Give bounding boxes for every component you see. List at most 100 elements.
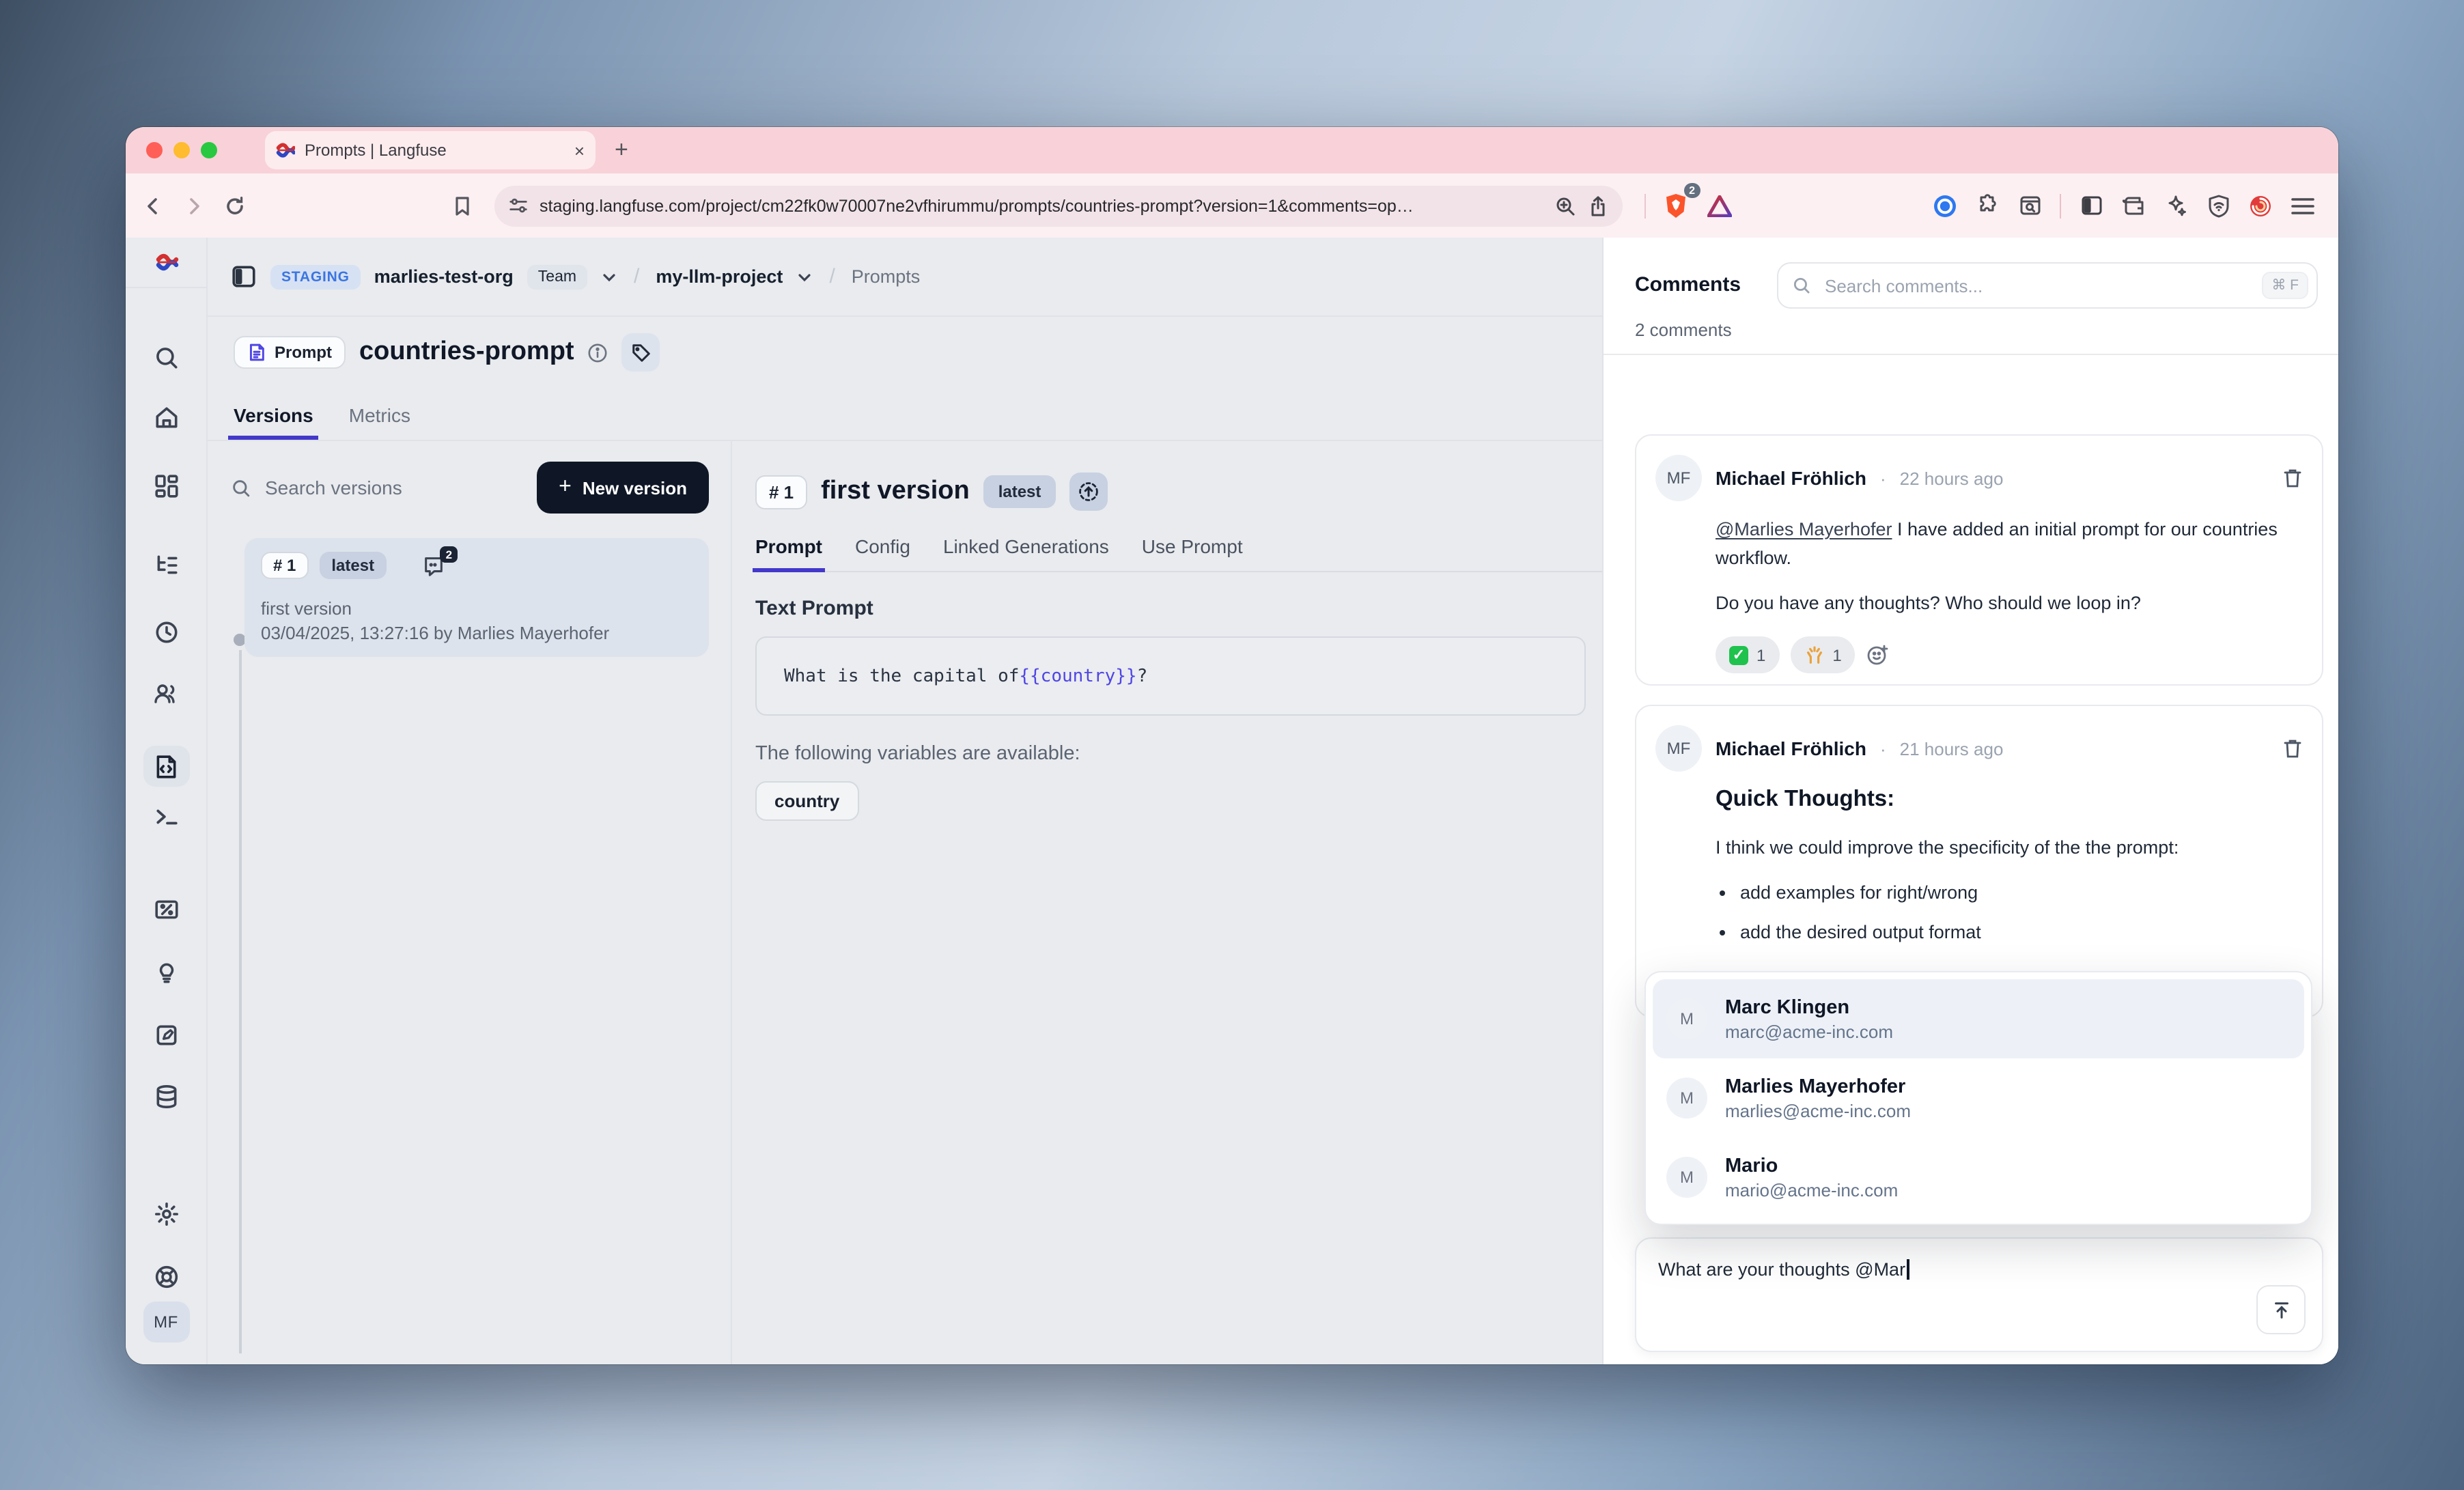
support-lifebuoy-icon[interactable] xyxy=(153,1264,179,1290)
main-area: Prompt countries-prompt Versions Metrics xyxy=(206,317,1602,1364)
playground-terminal-icon[interactable] xyxy=(153,804,179,830)
mention-name: Marc Klingen xyxy=(1725,995,1893,1020)
avatar: MF xyxy=(1655,725,1702,772)
forward-icon[interactable] xyxy=(178,189,210,222)
delete-comment-button[interactable] xyxy=(2282,467,2303,489)
bookmark-icon[interactable] xyxy=(445,189,478,222)
mention-option[interactable]: M Mario mario@acme-inc.com xyxy=(1653,1138,2304,1217)
promote-version-button[interactable] xyxy=(1069,473,1108,511)
comments-header: Comments ⌘ F 2 comments xyxy=(1604,238,2338,355)
reload-icon[interactable] xyxy=(219,189,251,222)
mention-link[interactable]: @Marlies Mayerhofer xyxy=(1716,519,1892,539)
scores-icon[interactable] xyxy=(153,897,179,923)
comment-text-2: Do you have any thoughts? Who should we … xyxy=(1716,589,2303,617)
variable-chip[interactable]: country xyxy=(755,781,858,821)
search-comments-input[interactable] xyxy=(1822,274,2251,297)
datasets-database-icon[interactable] xyxy=(153,1084,179,1110)
project-chevron-down-icon[interactable] xyxy=(796,268,813,285)
users-icon[interactable] xyxy=(152,681,180,707)
shortcut-badge: ⌘ F xyxy=(2262,272,2308,299)
detail-latest-badge: latest xyxy=(983,475,1056,508)
reaction-raising-hands[interactable]: 1 xyxy=(1790,636,1855,673)
submit-comment-button[interactable] xyxy=(2256,1285,2306,1334)
mention-email: marc@acme-inc.com xyxy=(1725,1020,1893,1043)
zoom-window-button[interactable] xyxy=(201,142,217,158)
version-list-item[interactable]: # 1 latest 2 first version 03/04/2025, 1… xyxy=(244,538,709,657)
browser-window: Prompts | Langfuse × + stag xyxy=(126,127,2338,1364)
new-version-button[interactable]: + New version xyxy=(537,462,709,514)
sessions-clock-icon[interactable] xyxy=(153,619,179,645)
version-number-badge: # 1 xyxy=(261,552,308,579)
tab-linked-generations[interactable]: Linked Generations xyxy=(943,535,1109,571)
search-icon xyxy=(1792,276,1811,295)
wallet-icon[interactable] xyxy=(2117,189,2150,222)
reaction-check[interactable]: ✓ 1 xyxy=(1716,636,1779,673)
breadcrumb-project[interactable]: my-llm-project xyxy=(656,266,783,287)
prompt-doc-icon xyxy=(247,343,266,362)
dot-separator: · xyxy=(1880,468,1886,488)
search-versions-field[interactable] xyxy=(231,475,523,500)
extension-triangle-icon[interactable] xyxy=(1703,189,1736,222)
extensions-puzzle-icon[interactable] xyxy=(1971,189,2004,222)
breadcrumb-section: Prompts xyxy=(852,266,921,287)
tab-prompt[interactable]: Prompt xyxy=(755,535,822,571)
share-icon[interactable] xyxy=(1587,195,1609,216)
prompt-type-label: Prompt xyxy=(275,343,332,362)
search-tabs-icon[interactable] xyxy=(2013,189,2046,222)
rewards-swirl-icon[interactable] xyxy=(2244,189,2277,222)
sidebar-toggle-icon[interactable] xyxy=(2075,189,2108,222)
settings-gear-icon[interactable] xyxy=(153,1201,179,1227)
comment-input[interactable]: What are your thoughts @Mar xyxy=(1635,1237,2323,1352)
prompt-variable: {{country}} xyxy=(1019,666,1136,686)
org-chevron-down-icon[interactable] xyxy=(601,268,617,285)
avatar: M xyxy=(1666,1157,1707,1198)
prompt-code-block: What is the capital of {{country}}? xyxy=(755,636,1586,716)
comments-title: Comments xyxy=(1635,273,1741,296)
back-icon[interactable] xyxy=(137,189,169,222)
site-settings-icon[interactable] xyxy=(508,195,529,216)
avatar: M xyxy=(1666,998,1707,1039)
address-bar[interactable]: staging.langfuse.com/project/cm22fk0w700… xyxy=(494,185,1623,226)
panel-left-toggle-icon[interactable] xyxy=(231,264,257,290)
user-avatar[interactable]: MF xyxy=(143,1302,189,1343)
zoom-page-icon[interactable] xyxy=(1554,195,1576,216)
mention-option[interactable]: M Marlies Mayerhofer marlies@acme-inc.co… xyxy=(1653,1058,2304,1138)
menu-hamburger-icon[interactable] xyxy=(2286,189,2319,222)
annotation-icon[interactable] xyxy=(153,1022,179,1048)
org-role-badge[interactable]: Team xyxy=(527,264,587,289)
add-reaction-icon[interactable] xyxy=(1866,643,1891,667)
tag-icon xyxy=(631,342,652,363)
mention-option[interactable]: M Marc Klingen marc@acme-inc.com xyxy=(1653,979,2304,1058)
prompts-icon[interactable] xyxy=(143,746,189,787)
plus-icon: + xyxy=(559,475,572,500)
avatar-initials: MF xyxy=(143,1302,189,1343)
comment-bubble-icon[interactable]: 2 xyxy=(422,554,445,577)
tag-button[interactable] xyxy=(622,333,660,371)
tab-versions[interactable]: Versions xyxy=(234,404,313,440)
trash-icon xyxy=(2282,467,2303,489)
evals-lightbulb-icon[interactable] xyxy=(153,959,179,985)
dashboards-icon[interactable] xyxy=(153,473,179,499)
home-icon[interactable] xyxy=(153,405,179,431)
new-tab-button[interactable]: + xyxy=(615,137,628,164)
minimize-window-button[interactable] xyxy=(173,142,190,158)
password-manager-icon[interactable] xyxy=(1929,189,1961,222)
tab-metrics[interactable]: Metrics xyxy=(349,404,410,440)
search-icon[interactable] xyxy=(153,345,179,371)
search-versions-input[interactable] xyxy=(262,475,445,500)
ai-sparkle-icon[interactable] xyxy=(2159,189,2192,222)
close-window-button[interactable] xyxy=(146,142,163,158)
vpn-shield-icon[interactable] xyxy=(2202,189,2235,222)
browser-tab[interactable]: Prompts | Langfuse × xyxy=(265,131,596,169)
delete-comment-button[interactable] xyxy=(2282,737,2303,759)
tab-close-icon[interactable]: × xyxy=(574,140,585,160)
search-comments-field[interactable]: ⌘ F xyxy=(1777,262,2318,309)
brave-shield-icon[interactable]: 2 xyxy=(1660,189,1692,222)
tab-config[interactable]: Config xyxy=(855,535,910,571)
tracing-icon[interactable] xyxy=(153,552,179,578)
breadcrumb-org[interactable]: marlies-test-org xyxy=(374,266,514,287)
info-icon[interactable] xyxy=(588,342,608,363)
org-role-label: Team xyxy=(538,268,576,285)
tab-use-prompt[interactable]: Use Prompt xyxy=(1142,535,1243,571)
langfuse-logo-icon[interactable] xyxy=(126,238,206,288)
